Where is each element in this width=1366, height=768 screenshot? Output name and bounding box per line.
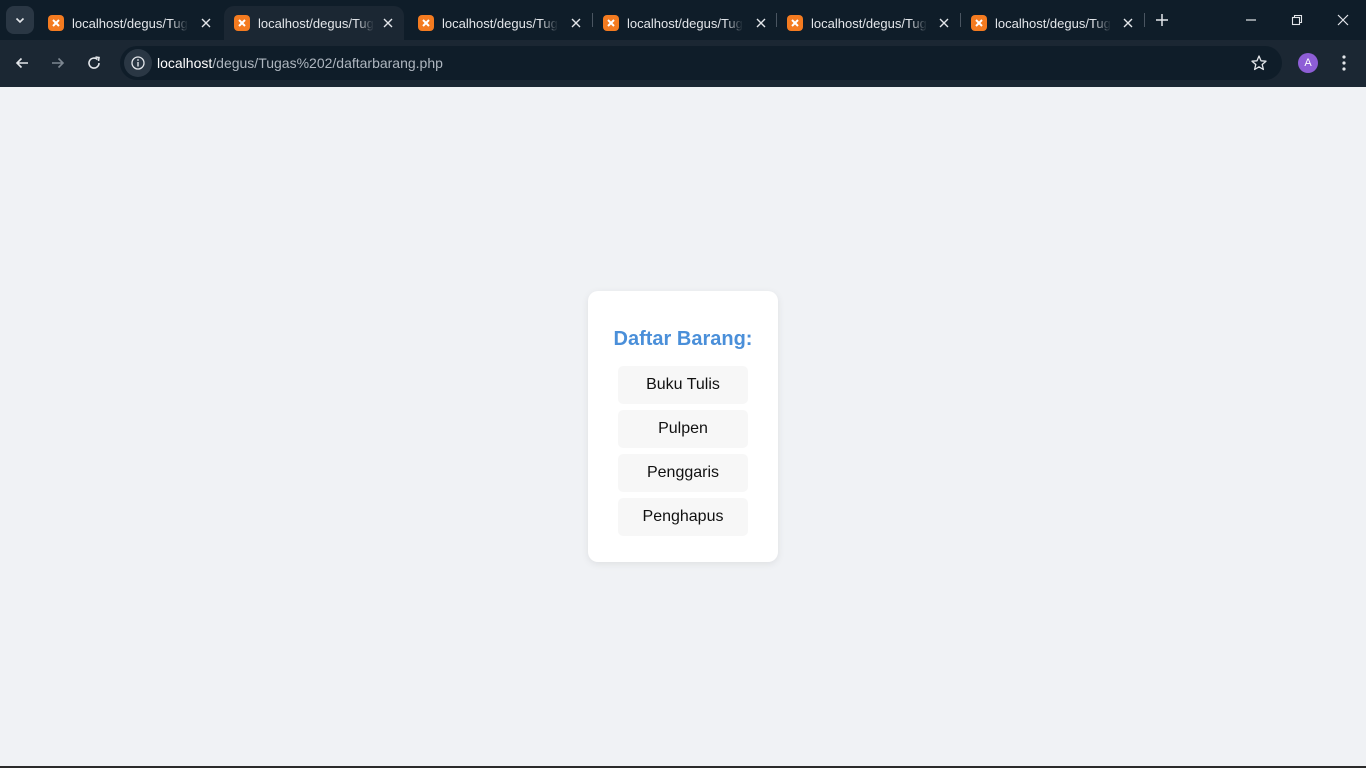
star-icon — [1251, 55, 1267, 71]
close-tab-icon[interactable] — [936, 15, 952, 31]
item-list: Buku Tulis Pulpen Penggaris Penghapus — [618, 366, 748, 542]
xampp-favicon-icon — [234, 15, 250, 31]
close-tab-icon[interactable] — [380, 15, 396, 31]
tab-search-button[interactable] — [6, 6, 34, 34]
tab-separator — [1144, 13, 1145, 27]
close-window-button[interactable] — [1320, 0, 1366, 40]
tab-title: localhost/degus/Tugas%202 — [442, 15, 558, 31]
minimize-button[interactable] — [1228, 0, 1274, 40]
url-host: localhost — [157, 55, 213, 71]
list-item: Penghapus — [618, 498, 748, 536]
list-item: Penggaris — [618, 454, 748, 492]
tab-title: localhost/degus/Tugas%202 — [72, 15, 188, 31]
more-vertical-icon — [1342, 55, 1346, 71]
browser-menu-button[interactable] — [1334, 52, 1354, 74]
tab-1[interactable]: localhost/degus/Tugas%202 — [38, 6, 222, 40]
tab-4[interactable]: localhost/degus/Tugas%202 — [593, 6, 777, 40]
info-icon — [131, 56, 145, 70]
xampp-favicon-icon — [971, 15, 987, 31]
browser-toolbar: localhost/degus/Tugas%202/daftarbarang.p… — [0, 40, 1366, 87]
minimize-icon — [1246, 19, 1256, 21]
url-path: /degus/Tugas%202/daftarbarang.php — [212, 55, 443, 71]
restore-icon — [1291, 14, 1303, 26]
tab-title: localhost/degus/Tugas%202 — [811, 15, 927, 31]
list-item: Buku Tulis — [618, 366, 748, 404]
xampp-favicon-icon — [418, 15, 434, 31]
bookmark-button[interactable] — [1250, 54, 1268, 72]
xampp-favicon-icon — [48, 15, 64, 31]
tab-title: localhost/degus/Tugas%202 — [258, 15, 374, 31]
new-tab-button[interactable] — [1150, 8, 1174, 32]
xampp-favicon-icon — [787, 15, 803, 31]
chevron-down-icon — [15, 17, 25, 24]
forward-button[interactable] — [43, 48, 73, 78]
url-text: localhost/degus/Tugas%202/daftarbarang.p… — [157, 55, 443, 71]
close-tab-icon[interactable] — [568, 15, 584, 31]
tab-title: localhost/degus/Tugas%202 — [627, 15, 743, 31]
close-tab-icon[interactable] — [198, 15, 214, 31]
tab-2[interactable]: localhost/degus/Tugas%202 — [224, 6, 404, 40]
close-tab-icon[interactable] — [753, 15, 769, 31]
tab-strip: localhost/degus/Tugas%202 localhost/degu… — [0, 0, 1366, 40]
tab-3[interactable]: localhost/degus/Tugas%202 — [408, 6, 592, 40]
close-icon — [1337, 14, 1349, 26]
list-item: Pulpen — [618, 410, 748, 448]
arrow-right-icon — [52, 57, 65, 69]
restore-button[interactable] — [1274, 0, 1320, 40]
profile-avatar[interactable]: A — [1298, 53, 1318, 73]
tab-title: localhost/degus/Tugas%202 — [995, 15, 1111, 31]
site-info-button[interactable] — [124, 49, 152, 77]
tab-5[interactable]: localhost/degus/Tugas%202 — [777, 6, 960, 40]
back-button[interactable] — [7, 48, 37, 78]
page-title: Daftar Barang: — [613, 328, 753, 350]
close-tab-icon[interactable] — [1120, 15, 1136, 31]
tab-6[interactable]: localhost/degus/Tugas%202 — [961, 6, 1144, 40]
plus-icon — [1156, 14, 1168, 26]
reload-icon — [88, 56, 100, 69]
xampp-favicon-icon — [603, 15, 619, 31]
page-viewport: Daftar Barang: Buku Tulis Pulpen Penggar… — [0, 87, 1366, 766]
reload-button[interactable] — [79, 48, 109, 78]
address-bar[interactable]: localhost/degus/Tugas%202/daftarbarang.p… — [120, 46, 1282, 80]
arrow-left-icon — [15, 57, 28, 69]
item-list-card: Daftar Barang: Buku Tulis Pulpen Penggar… — [588, 291, 778, 562]
